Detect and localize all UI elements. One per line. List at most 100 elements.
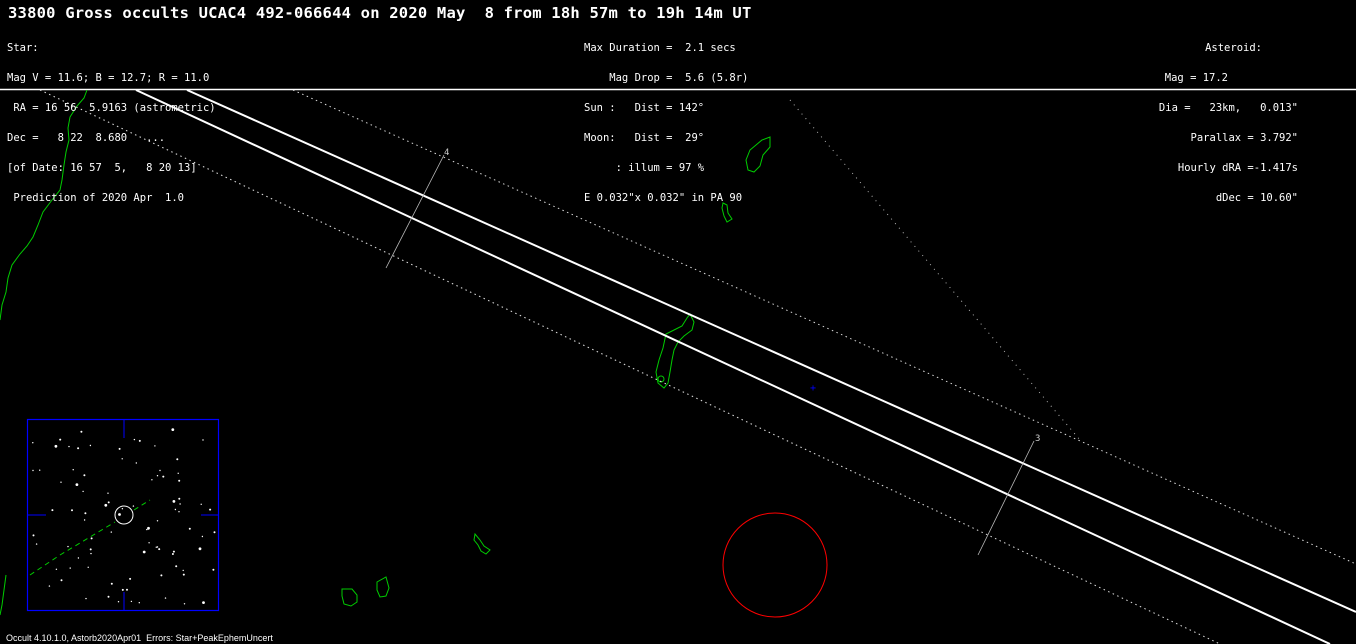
finder-star — [188, 527, 191, 530]
finder-star — [182, 569, 184, 572]
finder-star — [200, 503, 202, 505]
finder-star — [90, 537, 93, 540]
finder-star — [212, 568, 215, 571]
finder-star — [138, 602, 140, 604]
coastline-island-5 — [341, 588, 358, 607]
finder-star — [39, 469, 41, 471]
event-info-line: Moon: Dist = 29° — [584, 132, 705, 144]
finder-star — [72, 469, 74, 471]
finder-star — [151, 479, 153, 481]
finder-star — [32, 469, 34, 472]
finder-star — [110, 582, 113, 585]
finder-star — [77, 557, 80, 559]
finder-star — [175, 565, 178, 568]
asteroid-info-line: dDec = 10.60" — [1215, 192, 1298, 204]
finder-star — [171, 428, 175, 431]
coastline-island-3 — [655, 313, 695, 389]
finder-star — [172, 550, 175, 553]
finder-star — [118, 513, 121, 516]
event-info-line: E 0.032"x 0.032" in PA 90 — [584, 192, 743, 204]
finder-star — [178, 497, 181, 500]
finder-star — [176, 458, 179, 461]
finder-star — [178, 479, 181, 482]
finder-star — [110, 531, 113, 533]
star-info-line: RA = 16 56 5.9163 (astrometric) — [7, 102, 216, 114]
finder-star — [107, 501, 110, 504]
finder-star — [69, 567, 71, 569]
center-mark: + — [810, 383, 816, 394]
event-info-line: Max Duration = 2.1 secs — [584, 42, 736, 54]
finder-star — [67, 545, 69, 548]
finder-star — [117, 601, 120, 603]
time-tick-4 — [385, 154, 445, 269]
finder-star — [32, 534, 35, 537]
coastline-island-1 — [745, 136, 771, 173]
finder-star — [107, 492, 109, 494]
finder-star — [158, 548, 161, 551]
event-info-line: Mag Drop = 5.6 (5.8r) — [584, 72, 749, 84]
star-info-line: Prediction of 2020 Apr 1.0 — [7, 192, 185, 204]
finder-star — [130, 600, 133, 603]
finder-star — [172, 500, 176, 503]
finder-star — [59, 438, 62, 441]
finder-star — [162, 475, 165, 478]
finder-star — [89, 444, 92, 447]
finder-star — [121, 588, 124, 591]
finder-star — [156, 520, 159, 522]
finder-star — [71, 509, 73, 512]
finder-star — [32, 442, 34, 444]
finder-star — [82, 490, 84, 493]
finder-star — [132, 505, 135, 507]
asteroid-info-line: Dia = 23km, 0.013" — [1158, 102, 1298, 114]
finder-star — [160, 574, 163, 577]
finder-star — [156, 546, 159, 548]
event-info-line: : illum = 97 % — [584, 162, 705, 174]
finder-star — [51, 509, 54, 512]
star-info-line: Dec = 8 22 8.680 ... — [7, 132, 166, 144]
page-title: 33800 Gross occults UCAC4 492-066644 on … — [8, 4, 752, 22]
finder-star — [156, 475, 159, 477]
finder-star — [60, 579, 63, 582]
finder-star — [135, 462, 137, 464]
moon-circle — [722, 512, 828, 618]
finder-star — [121, 508, 124, 510]
wide-limit — [789, 99, 1081, 441]
finder-star — [75, 483, 79, 486]
coastline-island-6 — [376, 576, 390, 598]
finder-star — [154, 445, 156, 447]
finder-star — [84, 512, 87, 515]
finder-star — [164, 597, 167, 599]
finder-star — [83, 474, 86, 477]
finder-star — [104, 503, 108, 507]
finder-star — [202, 601, 205, 604]
finder-star — [147, 526, 150, 530]
asteroid-info-line: Parallax = 3.792" — [1190, 132, 1298, 144]
finder-star — [107, 595, 110, 598]
time-tick-3 — [977, 440, 1035, 556]
finder-star — [142, 550, 146, 554]
finder-star — [80, 430, 83, 433]
finder-star — [202, 439, 204, 441]
finder-star — [179, 503, 181, 505]
finder-star — [54, 444, 58, 448]
finder-frame — [26, 418, 220, 612]
time-mark-3: 3 — [1035, 434, 1040, 444]
coastline-bottom-left — [0, 574, 7, 616]
finder-star — [174, 508, 177, 511]
event-info: Max Duration = 2.1 secs Mag Drop = 5.6 (… — [584, 23, 748, 213]
finder-star — [118, 447, 121, 450]
finder-star — [155, 546, 157, 548]
footer-credits: Occult 4.10.1.0, Astorb2020Apr01 Errors:… — [6, 633, 273, 643]
finder-star — [89, 548, 92, 551]
finder-star — [77, 447, 80, 450]
finder-star — [68, 445, 70, 448]
star-info-line: Star: — [7, 42, 39, 54]
finder-star — [60, 481, 62, 483]
finder-star — [209, 508, 212, 511]
finder-chart — [26, 418, 220, 612]
star-info-line: Mag V = 11.6; B = 12.7; R = 11.0 — [7, 72, 210, 84]
finder-star — [178, 511, 180, 513]
finder-star — [35, 543, 38, 545]
finder-star — [83, 519, 86, 521]
finder-star — [85, 597, 87, 600]
